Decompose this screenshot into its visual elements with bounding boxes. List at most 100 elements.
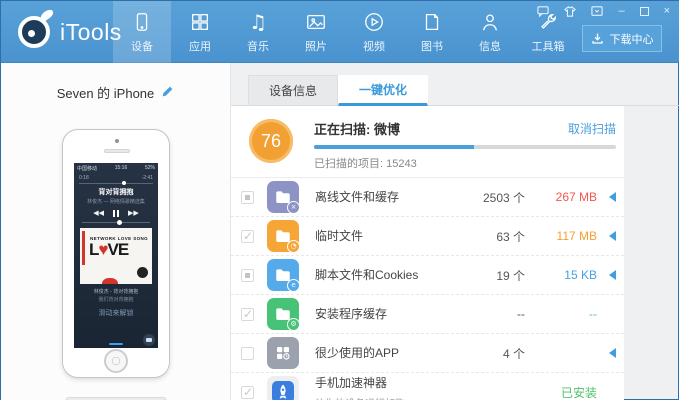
phone-status-bar: 中国移动 15:16 52% <box>77 165 155 172</box>
checkbox[interactable] <box>241 190 254 204</box>
item-size: 15 KB <box>564 268 597 282</box>
item-count: 63 个 <box>496 229 525 244</box>
slide-to-unlock-text: 滑动来解锁 <box>98 310 134 317</box>
app-grid-icon <box>267 337 299 369</box>
list-item-cookies[interactable]: e 脚本文件和Cookies 19 个 15 KB <box>231 256 624 295</box>
x-badge-icon: × <box>287 201 300 214</box>
phone-speaker <box>104 149 130 153</box>
list-item-rarely-used-apps[interactable]: 很少使用的APP 4 个 <box>231 334 624 373</box>
phone-home-button <box>104 349 128 373</box>
list-item-speed-booster[interactable]: 手机加速神器 让你的设备运行如飞 已安装 <box>231 373 624 400</box>
item-name: 很少使用的APP <box>315 346 400 360</box>
person-icon <box>478 10 502 34</box>
item-size: 267 MB <box>555 190 597 204</box>
expand-triangle-icon[interactable] <box>609 231 616 241</box>
top-toolbar: iTools 设备 应用 ♫ 音乐 照片 视频 图书 信息 工具箱 – × 下载… <box>1 1 679 63</box>
item-name: 手机加速神器 <box>315 376 388 390</box>
music-icon: ♫ <box>249 10 267 34</box>
scan-progress-bar <box>314 145 616 149</box>
close-icon[interactable]: × <box>664 5 670 17</box>
nav-item-videos[interactable]: 视频 <box>345 1 403 63</box>
expand-triangle-icon[interactable] <box>609 192 616 202</box>
artist-line: 林俊杰 — 网络情歌精选集 <box>87 199 145 205</box>
checkbox[interactable] <box>241 229 254 243</box>
theme-icon[interactable] <box>564 5 577 17</box>
device-icon <box>130 10 154 34</box>
unlock-indicator <box>109 343 123 345</box>
nav-item-photos[interactable]: 照片 <box>287 1 345 63</box>
iphone-preview: 中国移动 15:16 52% 0:18 -2:41 背对背拥抱 林俊杰 — 网络… <box>62 129 170 378</box>
maximize-icon[interactable] <box>639 6 649 16</box>
expand-triangle-icon[interactable] <box>609 348 616 358</box>
feedback-icon[interactable] <box>537 5 550 17</box>
nav-item-apps[interactable]: 应用 <box>171 1 229 63</box>
download-icon <box>591 33 603 44</box>
expand-triangle-icon[interactable] <box>609 270 616 280</box>
list-item-temp-files[interactable]: ◔ 临时文件 63 个 117 MB <box>231 217 624 256</box>
optimize-card: 76 正在扫描: 微博 取消扫描 已扫描的项目: 15243 × 离线文件和缓存… <box>231 106 624 400</box>
item-name: 离线文件和缓存 <box>315 190 400 204</box>
window-controls: – × <box>537 5 670 17</box>
e-badge-icon: e <box>287 279 300 292</box>
camera-icon <box>143 334 155 346</box>
nav-item-music[interactable]: ♫ 音乐 <box>229 1 287 63</box>
cleanup-list: × 离线文件和缓存 2503 个 267 MB ◔ 临时文件 63 个 117 … <box>231 178 624 400</box>
lyric-line-1: 林俊杰 - 背对背拥抱 <box>93 289 139 295</box>
track-scrubber <box>79 181 153 185</box>
album-art: NETWORK LOVE SONG L♥VE <box>80 228 152 284</box>
folder-temp-icon: ◔ <box>267 220 300 253</box>
cancel-scan-link[interactable]: 取消扫描 <box>568 120 616 137</box>
folder-cookies-icon: e <box>267 259 300 292</box>
scan-progress-fill <box>314 145 475 149</box>
main-panel: 设备信息 一键优化 76 正在扫描: 微博 取消扫描 已扫描的项目: 15243 <box>231 63 679 400</box>
checkbox[interactable] <box>241 385 254 399</box>
list-item-offline-cache[interactable]: × 离线文件和缓存 2503 个 267 MB <box>231 178 624 217</box>
nav-item-device[interactable]: 设备 <box>113 1 171 63</box>
item-subtitle: 让你的设备运行如飞 <box>315 395 420 400</box>
itools-logo-icon <box>15 7 56 51</box>
item-count: -- <box>517 307 525 321</box>
book-icon <box>420 10 444 34</box>
item-name: 脚本文件和Cookies <box>315 268 419 282</box>
list-item-installer-cache[interactable]: ⚙ 安装程序缓存 -- -- <box>231 295 624 334</box>
tab-device-info[interactable]: 设备信息 <box>248 75 338 105</box>
album-disc-badge <box>137 267 148 278</box>
item-count: 4 个 <box>502 346 525 361</box>
song-title: 背对背拥抱 <box>98 189 134 196</box>
minimize-icon[interactable]: – <box>618 5 624 17</box>
scan-section: 76 正在扫描: 微博 取消扫描 已扫描的项目: 15243 <box>231 106 624 178</box>
scan-percent-ring: 76 <box>249 119 293 163</box>
nav-item-books[interactable]: 图书 <box>403 1 461 63</box>
clock-badge-icon: ◔ <box>287 240 300 253</box>
photos-icon <box>304 10 328 34</box>
tab-bar: 设备信息 一键优化 <box>231 63 679 106</box>
folder-installer-icon: ⚙ <box>267 298 300 331</box>
menu-icon[interactable] <box>591 5 604 17</box>
item-count: 2503 个 <box>482 190 525 205</box>
previous-track-icon: ◀◀ <box>93 210 104 217</box>
video-icon <box>362 10 386 34</box>
device-panel: Seven 的 iPhone 中国移动 15:16 52% 0:18 -2:41… <box>1 63 231 400</box>
scan-status-text: 正在扫描: 微博 <box>314 122 400 137</box>
item-size: -- <box>589 307 597 321</box>
tab-one-click-optimize[interactable]: 一键优化 <box>338 75 428 106</box>
item-name: 安装程序缓存 <box>315 307 388 321</box>
next-track-icon: ▶▶ <box>128 210 139 217</box>
pause-icon <box>113 209 119 217</box>
checkbox[interactable] <box>241 307 254 321</box>
rocket-icon <box>267 376 299 400</box>
download-center-button[interactable]: 下载中心 <box>582 25 662 52</box>
device-name: Seven 的 iPhone <box>1 83 230 102</box>
checkbox[interactable] <box>241 346 254 360</box>
tools-badge-icon: ⚙ <box>287 318 300 331</box>
main-nav: 设备 应用 ♫ 音乐 照片 视频 图书 信息 工具箱 <box>113 1 577 63</box>
scan-percent: 76 <box>260 130 282 151</box>
apps-icon <box>188 10 212 34</box>
playback-controls: ◀◀ ▶▶ <box>74 209 158 217</box>
checkbox[interactable] <box>241 268 254 282</box>
phone-screen: 中国移动 15:16 52% 0:18 -2:41 背对背拥抱 林俊杰 — 网络… <box>74 163 158 348</box>
lyric-line-2: 我们背对背拥抱 <box>98 297 134 303</box>
edit-device-name-icon[interactable] <box>161 85 174 101</box>
nav-item-info[interactable]: 信息 <box>461 1 519 63</box>
item-size: 117 MB <box>556 229 597 243</box>
